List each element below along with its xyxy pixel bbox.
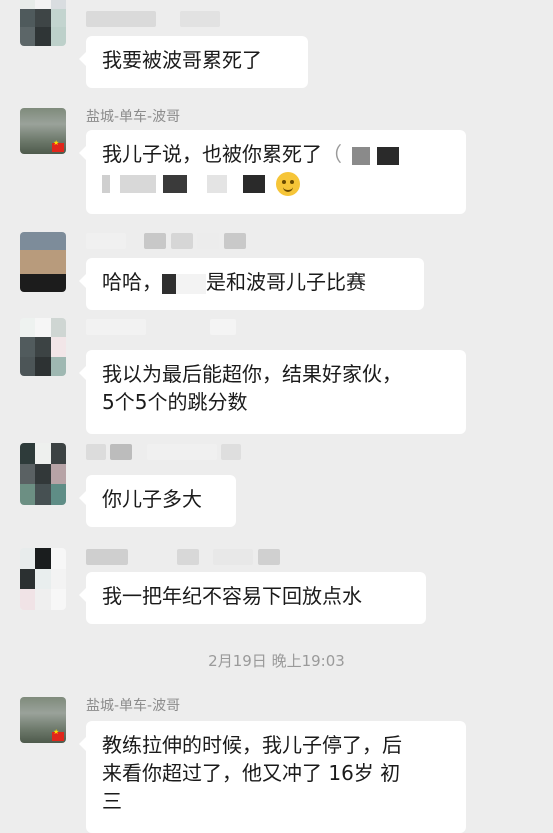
- message-bubble[interactable]: 我以为最后能超你，结果好家伙， 5个5个的跳分数: [79, 350, 466, 434]
- thinking-face-icon: [275, 171, 300, 196]
- blurred-content: [176, 273, 206, 294]
- china-flag-icon: [52, 139, 64, 152]
- message-bubble[interactable]: 我一把年纪不容易下回放点水: [79, 572, 426, 624]
- sender-name: 盐城-单车-波哥: [86, 109, 181, 125]
- sender-name-blurred: [86, 443, 242, 461]
- message-timestamp: 2月19日 晚上19:03: [208, 652, 345, 670]
- message-bubble[interactable]: 我儿子说，也被你累死了（: [79, 130, 466, 214]
- avatar[interactable]: [20, 318, 66, 376]
- message-text-tail: （: [322, 142, 342, 166]
- china-flag-icon: [52, 728, 64, 741]
- blurred-content: [352, 146, 371, 165]
- blurred-content: [102, 174, 110, 193]
- sender-name-blurred: [86, 10, 221, 28]
- message-bubble[interactable]: 哈哈， 是和波哥儿子比赛: [79, 258, 424, 310]
- message-text: 是和波哥儿子比赛: [206, 270, 366, 294]
- avatar[interactable]: [20, 443, 66, 505]
- message-bubble[interactable]: 教练拉伸的时候，我儿子停了，后 来看你超过了，他又冲了 16岁 初 三: [79, 721, 466, 833]
- blurred-content: [162, 174, 187, 193]
- message-text: 我要被波哥累死了: [102, 48, 262, 72]
- message-text: 你儿子多大: [102, 487, 202, 511]
- message-text: 我以为最后能超你，结果好家伙，: [102, 362, 402, 386]
- sender-name-blurred: [86, 548, 280, 566]
- message-text: 5个5个的跳分数: [102, 390, 248, 414]
- blurred-content: [207, 174, 228, 193]
- message-text: 哈哈，: [102, 270, 162, 294]
- avatar[interactable]: [20, 697, 66, 743]
- blurred-content: [162, 273, 176, 294]
- message-text: 三: [102, 789, 122, 813]
- message-bubble[interactable]: 你儿子多大: [79, 475, 236, 527]
- blurred-content: [120, 174, 157, 193]
- avatar[interactable]: [20, 548, 66, 610]
- message-text: 教练拉伸的时候，我儿子停了，后: [102, 733, 402, 757]
- avatar[interactable]: [20, 232, 66, 292]
- sender-name: 盐城-单车-波哥: [86, 698, 181, 714]
- message-text: 来看你超过了，他又冲了 16岁 初: [102, 761, 401, 785]
- avatar[interactable]: [20, 0, 66, 46]
- blurred-content: [376, 146, 399, 165]
- message-bubble[interactable]: 我要被波哥累死了: [79, 36, 308, 88]
- blurred-content: [243, 174, 266, 193]
- message-text: 我一把年纪不容易下回放点水: [102, 584, 362, 608]
- avatar[interactable]: [20, 108, 66, 154]
- sender-name-blurred: [86, 232, 246, 250]
- sender-name-blurred: [86, 318, 237, 336]
- message-text: 我儿子说，也被你累死了: [102, 142, 322, 166]
